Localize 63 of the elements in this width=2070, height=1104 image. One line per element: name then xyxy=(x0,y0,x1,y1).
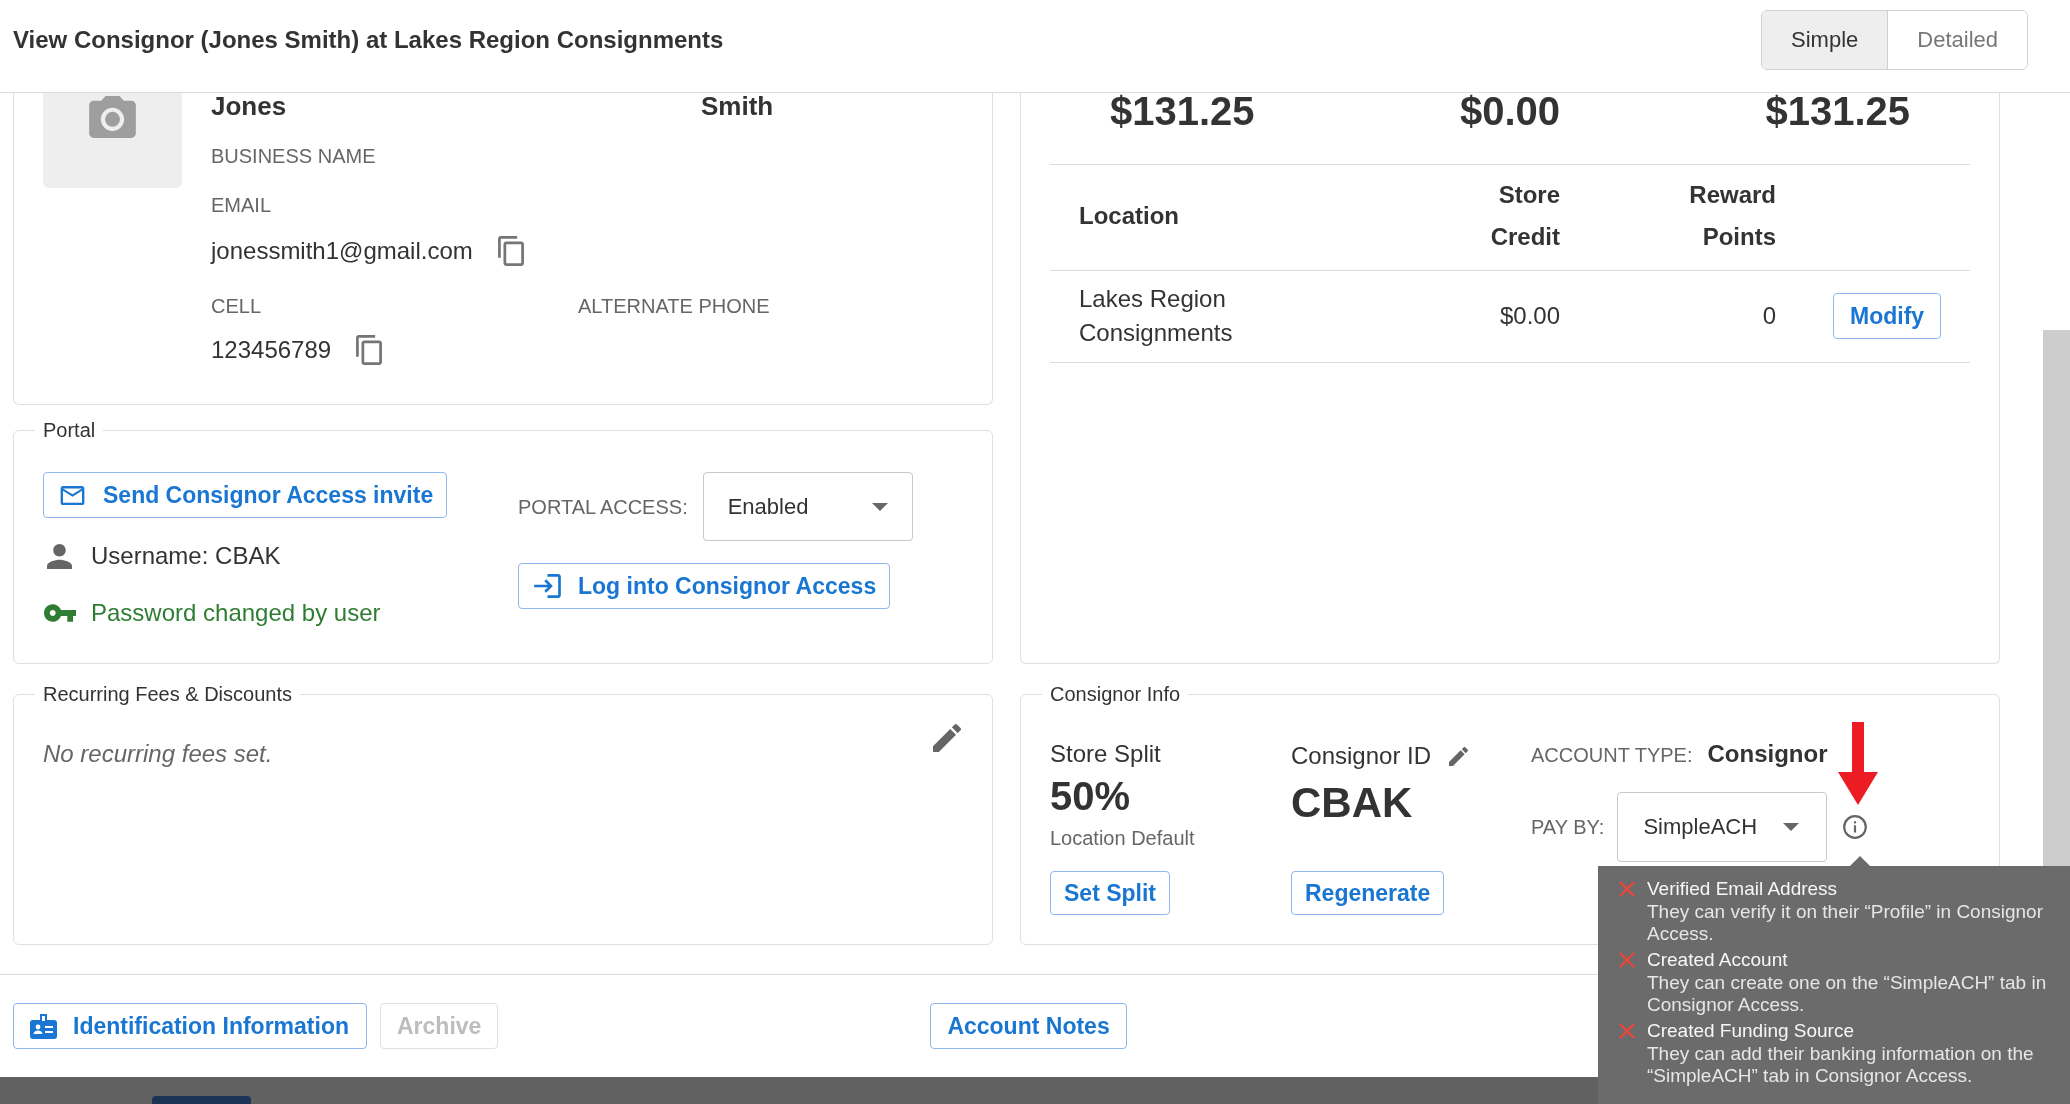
first-name: Jones xyxy=(211,93,287,119)
account-notes-button[interactable]: Account Notes xyxy=(930,1003,1127,1049)
pencil-icon[interactable] xyxy=(933,724,961,752)
field-label: BUSINESS NAME xyxy=(211,144,376,168)
caret-icon xyxy=(871,502,888,511)
section-title: Portal xyxy=(42,418,97,442)
pencil-icon[interactable] xyxy=(1449,746,1469,766)
field-label: CELL xyxy=(211,294,262,318)
login-icon xyxy=(534,574,561,598)
balance-amount: $131.25 xyxy=(1765,93,1910,129)
login-button[interactable]: Log into Consignor Access xyxy=(518,563,891,609)
field-label: ACCOUNT TYPE: xyxy=(1531,743,1693,767)
key-icon xyxy=(44,604,76,622)
id-badge-icon xyxy=(30,1013,57,1039)
portal-access-select[interactable]: Enabled xyxy=(702,472,913,541)
regenerate-button[interactable]: Regenerate xyxy=(1291,871,1445,915)
identification-button[interactable]: Identification Information xyxy=(13,1003,367,1049)
requirement-title: Created Funding Source xyxy=(1647,1019,1854,1043)
requirement-detail: They can verify it on their “Profile” in Consignor Access. xyxy=(1647,901,2044,945)
consignor-id-label: Consignor ID xyxy=(1291,741,1432,771)
table-header: Location xyxy=(1079,201,1179,231)
info-icon[interactable] xyxy=(1843,815,1868,839)
table-cell-text: $0.00 xyxy=(1499,301,1560,331)
person-icon xyxy=(47,543,72,569)
section-title: Recurring Fees & Discounts xyxy=(42,682,293,706)
section-title: Consignor Info xyxy=(1049,682,1182,706)
requirement-detail: They can add their banking information on the “SimpleACH” tab in Consignor Access. xyxy=(1647,1043,2035,1087)
field-label: EMAIL xyxy=(211,193,272,217)
phone-number: 123456789 xyxy=(211,335,332,365)
send-invite-button[interactable]: Send Consignor Access invite xyxy=(43,472,448,518)
balance-amount: $0.00 xyxy=(1459,93,1561,129)
field-label: PORTAL ACCESS: xyxy=(518,494,688,519)
modify-button[interactable]: Modify xyxy=(1833,293,1942,339)
email-address: jonessmith1@gmail.com xyxy=(211,236,473,266)
last-name: Smith xyxy=(701,93,774,119)
table-header: Store Credit xyxy=(1490,180,1560,252)
requirement-detail: They can create one on the “SimpleACH” tab in Consignor Access. xyxy=(1647,972,2048,1016)
requirement-title: Verified Email Address xyxy=(1647,877,1838,901)
set-split-button[interactable]: Set Split xyxy=(1050,871,1170,915)
table-cell-text: 0 xyxy=(1762,301,1776,331)
requirement-title: Created Account xyxy=(1647,948,1788,972)
envelope-icon xyxy=(59,485,86,505)
table-header: Reward Points xyxy=(1689,180,1776,252)
username-text: Username: CBAK xyxy=(91,541,281,571)
copy-icon[interactable] xyxy=(356,335,383,365)
store-split-source: Location Default xyxy=(1050,826,1195,850)
store-split-value: 50% xyxy=(1050,774,1131,818)
view-toggle-option[interactable]: Detailed xyxy=(1887,11,2027,69)
copy-icon[interactable] xyxy=(497,236,524,266)
field-label: PAY BY: xyxy=(1531,815,1605,839)
caret-icon xyxy=(1783,823,1800,831)
password-status: Password changed by user xyxy=(91,598,381,628)
store-split-label: Store Split xyxy=(1050,739,1161,769)
empty-message: No recurring fees set. xyxy=(43,739,273,769)
dialog-title: View Consignor (Jones Smith) at Lakes Region Consignments xyxy=(13,25,724,55)
field-label: ALTERNATE PHONE xyxy=(578,294,770,318)
account-type-value: Consignor xyxy=(1707,739,1828,769)
consignor-id-value: CBAK xyxy=(1291,780,1413,826)
camera-icon xyxy=(89,96,136,138)
pay-by-select[interactable]: SimpleACH xyxy=(1617,792,1828,862)
view-toggle-option[interactable]: Simple xyxy=(1762,11,1888,69)
balance-amount: $131.25 xyxy=(1110,93,1255,129)
table-cell-text: Lakes Region Consignments xyxy=(1079,284,1234,348)
